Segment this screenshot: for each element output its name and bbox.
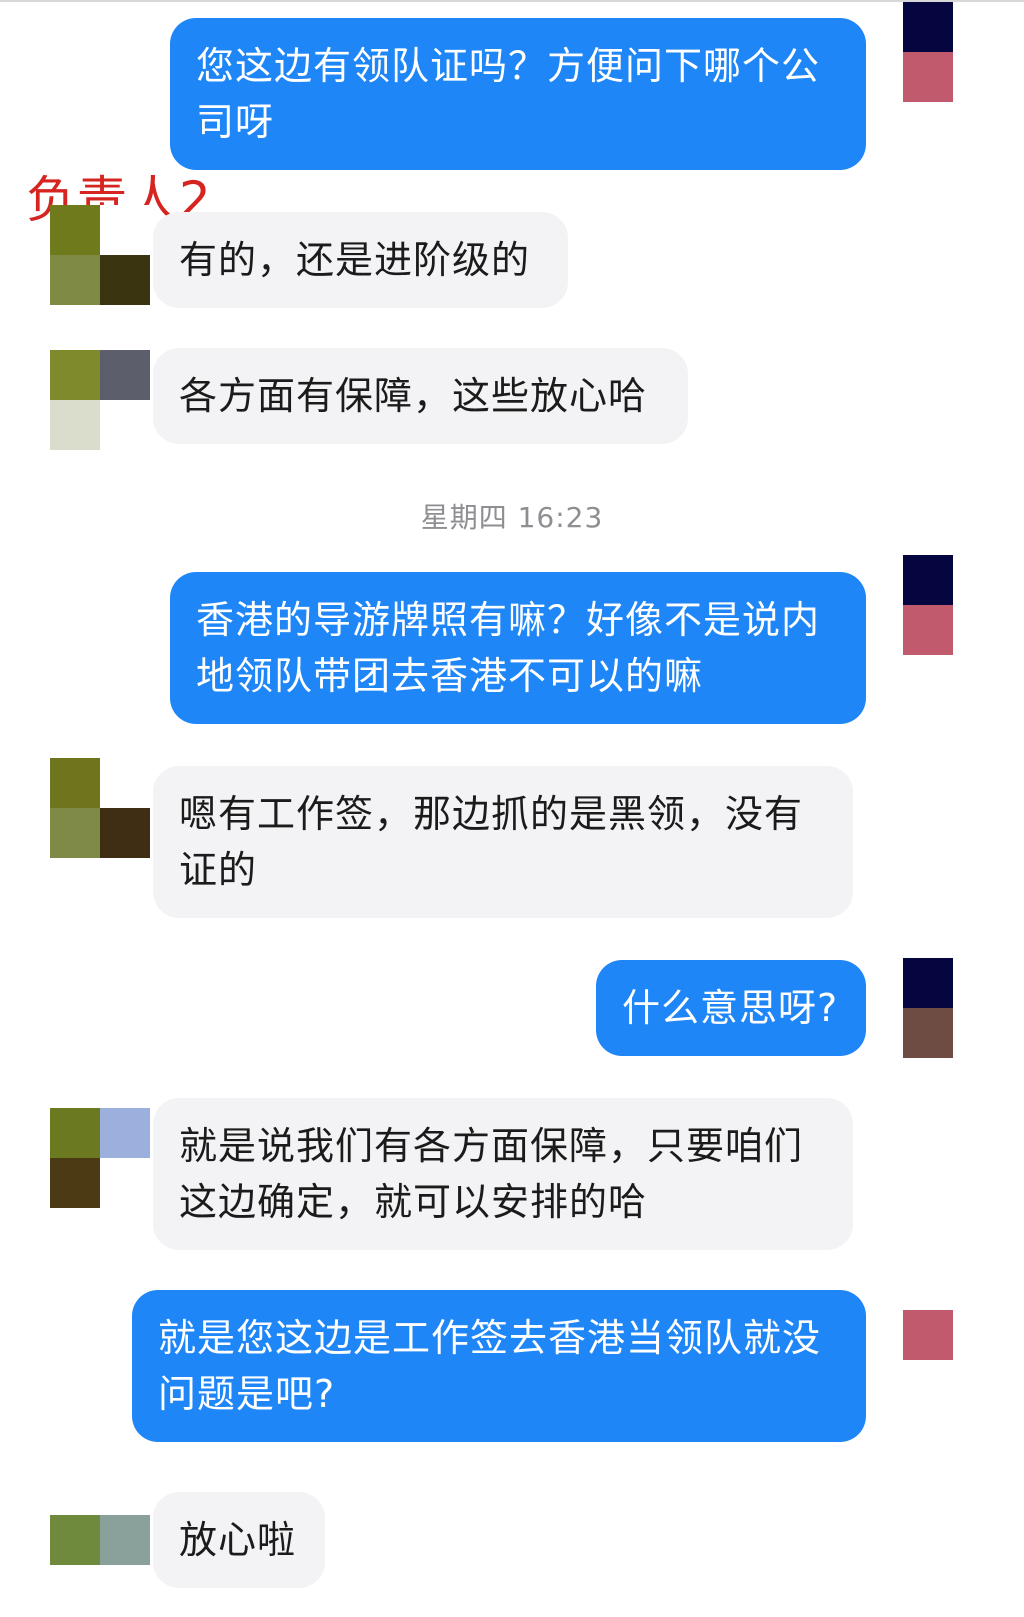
top-divider (0, 0, 1024, 2)
message-bubble-incoming[interactable]: 嗯有工作签，那边抓的是黑领，没有证的 (153, 766, 853, 918)
timestamp: 星期四 16:23 (420, 501, 604, 534)
avatar[interactable] (50, 1108, 150, 1208)
message-bubble-outgoing[interactable]: 您这边有领队证吗？方便问下哪个公司呀 (170, 18, 866, 170)
message-bubble-outgoing[interactable]: 什么意思呀? (596, 960, 866, 1056)
avatar[interactable] (50, 350, 150, 450)
message-bubble-outgoing[interactable]: 就是您这边是工作签去香港当领队就没问题是吧? (132, 1290, 866, 1442)
avatar[interactable] (50, 1515, 150, 1615)
message-bubble-incoming[interactable]: 就是说我们有各方面保障，只要咱们这边确定，就可以安排的哈 (153, 1098, 853, 1250)
message-bubble-incoming[interactable]: 有的，还是进阶级的 (153, 212, 568, 308)
avatar[interactable] (903, 1310, 953, 1410)
chat-screen: 您这边有领队证吗？方便问下哪个公司呀 负责人2 有的，还是进阶级的 各方面有保障… (0, 0, 1024, 1617)
avatar[interactable] (50, 758, 150, 858)
avatar[interactable] (903, 555, 953, 655)
avatar[interactable] (903, 958, 953, 1058)
message-bubble-outgoing[interactable]: 香港的导游牌照有嘛？好像不是说内地领队带团去香港不可以的嘛 (170, 572, 866, 724)
message-bubble-incoming[interactable]: 各方面有保障，这些放心哈 (153, 348, 688, 444)
avatar[interactable] (50, 205, 150, 305)
avatar[interactable] (903, 2, 953, 102)
message-bubble-incoming[interactable]: 放心啦 (153, 1492, 325, 1588)
